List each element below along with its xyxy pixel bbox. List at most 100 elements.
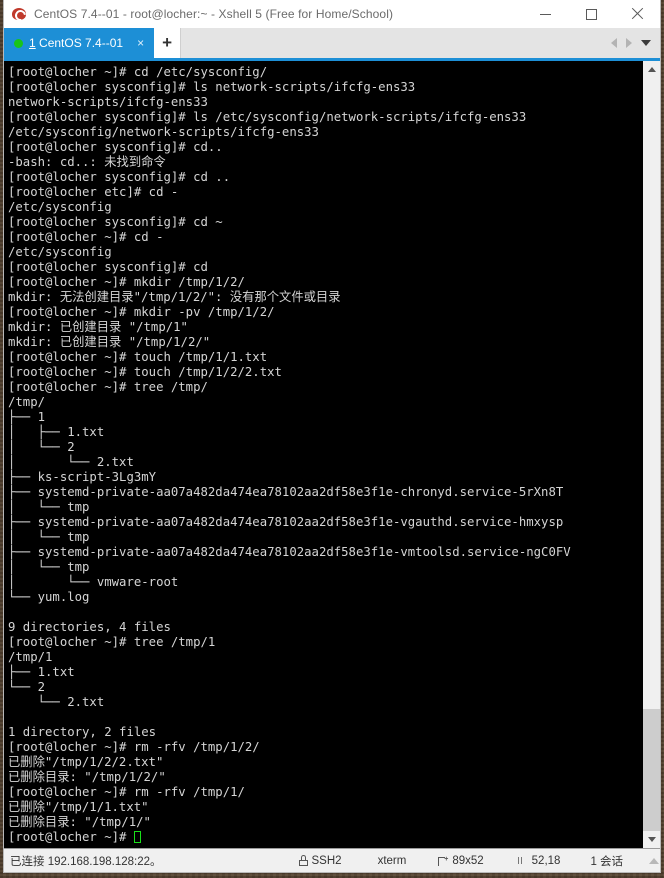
xshell-window: CentOS 7.4--01 - root@locher:~ - Xshell … bbox=[4, 0, 660, 872]
scrollbar-track[interactable] bbox=[643, 78, 660, 831]
status-cursor-position-label: 52,18 bbox=[531, 854, 561, 867]
status-dimensions-label: 89x52 bbox=[452, 854, 484, 867]
terminal-line: [root@locher ~]# bbox=[8, 830, 642, 845]
chevron-down-icon bbox=[647, 837, 656, 842]
terminal-line: [root@locher ~]# rm -rfv /tmp/1/ bbox=[8, 785, 245, 799]
terminal-line: mkdir: 已创建目录 "/tmp/1" bbox=[8, 320, 188, 334]
window-controls bbox=[522, 0, 660, 28]
terminal-line: [root@locher ~]# tree /tmp/ bbox=[8, 380, 208, 394]
terminal-line: [root@locher ~]# rm -rfv /tmp/1/2/ bbox=[8, 740, 260, 754]
terminal-area: [root@locher ~]# cd /etc/sysconfig/[root… bbox=[4, 61, 660, 848]
terminal-line: mkdir: 已创建目录 "/tmp/1/2/" bbox=[8, 335, 211, 349]
terminal-line: [root@locher sysconfig]# cd bbox=[8, 260, 208, 274]
terminal-line: ├── 1.txt bbox=[8, 665, 75, 679]
tab-bar: 1 CentOS 7.4--01 × + bbox=[4, 28, 660, 58]
tab-number: 1 bbox=[29, 36, 36, 50]
window-title: CentOS 7.4--01 - root@locher:~ - Xshell … bbox=[34, 7, 394, 21]
terminal-line: 9 directories, 4 files bbox=[8, 620, 171, 634]
status-cursor-position: 52,18 bbox=[517, 854, 561, 867]
terminal-line: -bash: cd..: 未找到命令 bbox=[8, 155, 166, 169]
terminal-line: ├── 1 bbox=[8, 410, 46, 424]
new-tab-button[interactable]: + bbox=[154, 28, 182, 58]
terminal-line: 已删除"/tmp/1/2/2.txt" bbox=[8, 755, 164, 769]
terminal-line: [root@locher ~]# mkdir /tmp/1/2/ bbox=[8, 275, 245, 289]
terminal-line: │ └── vmware-root bbox=[8, 575, 179, 589]
terminal-line: 已删除目录: "/tmp/1/" bbox=[8, 815, 151, 829]
chevron-up-icon bbox=[647, 67, 656, 72]
terminal-line: [root@locher sysconfig]# cd ~ bbox=[8, 215, 223, 229]
centos-logo-icon bbox=[11, 6, 29, 24]
connection-status-dot-icon bbox=[14, 38, 23, 48]
cursor-position-icon bbox=[517, 856, 528, 866]
terminal-line: [root@locher ~]# cd - bbox=[8, 230, 164, 244]
minimize-icon bbox=[539, 13, 551, 15]
terminal-line: │ └── 2.txt bbox=[8, 455, 134, 469]
terminal-line: [root@locher sysconfig]# ls network-scri… bbox=[8, 80, 416, 94]
terminal-line: └── yum.log bbox=[8, 590, 90, 604]
terminal-cursor bbox=[133, 831, 141, 843]
upload-arrow-icon bbox=[649, 857, 660, 864]
terminal-line: 已删除"/tmp/1/1.txt" bbox=[8, 800, 149, 814]
scrollbar-up-button[interactable] bbox=[643, 61, 660, 78]
terminal-line: /etc/sysconfig/network-scripts/ifcfg-ens… bbox=[8, 125, 319, 139]
tab-scroll-right-icon[interactable] bbox=[626, 38, 632, 48]
terminal-line: [root@locher etc]# cd - bbox=[8, 185, 179, 199]
terminal-line: │ └── tmp bbox=[8, 530, 90, 544]
terminal-line: └── 2.txt bbox=[8, 695, 105, 709]
maximize-button[interactable] bbox=[568, 0, 614, 28]
status-transfer-indicators bbox=[649, 857, 664, 864]
terminal-line: [root@locher sysconfig]# cd .. bbox=[8, 170, 231, 184]
terminal-line: [root@locher ~]# touch /tmp/1/2/2.txt bbox=[8, 365, 282, 379]
terminal-line: 1 directory, 2 files bbox=[8, 725, 157, 739]
tab-close-icon[interactable]: × bbox=[133, 37, 148, 49]
terminal-line: │ └── 2 bbox=[8, 440, 75, 454]
terminal-scrollbar[interactable] bbox=[642, 61, 660, 848]
terminal-line: 已删除目录: "/tmp/1/2/" bbox=[8, 770, 166, 784]
tab-label: 1 CentOS 7.4--01 bbox=[29, 36, 123, 50]
terminal-line: /etc/sysconfig bbox=[8, 200, 112, 214]
terminal-line: [root@locher sysconfig]# ls /etc/sysconf… bbox=[8, 110, 527, 124]
tab-name: CentOS 7.4--01 bbox=[39, 36, 124, 50]
status-sessions: 1 会话 bbox=[590, 855, 624, 868]
terminal-line: │ ├── 1.txt bbox=[8, 425, 105, 439]
terminal-line: ├── ks-script-3Lg3mY bbox=[8, 470, 157, 484]
terminal-line: /etc/sysconfig bbox=[8, 245, 112, 259]
terminal-line: ├── systemd-private-aa07a482da474ea78102… bbox=[8, 545, 571, 559]
status-connection: 已连接 192.168.198.128:22。 bbox=[10, 855, 162, 868]
tab-list-chevron-down-icon[interactable] bbox=[641, 40, 651, 46]
terminal-line: [root@locher ~]# cd /etc/sysconfig/ bbox=[8, 65, 268, 79]
terminal-line: [root@locher sysconfig]# cd.. bbox=[8, 140, 223, 154]
minimize-button[interactable] bbox=[522, 0, 568, 28]
terminal-line: │ └── tmp bbox=[8, 500, 90, 514]
terminal-line: /tmp/1 bbox=[8, 650, 53, 664]
terminal-line: /tmp/ bbox=[8, 395, 46, 409]
status-terminal-type: xterm bbox=[377, 854, 407, 867]
lock-icon bbox=[298, 855, 308, 866]
terminal-line: ├── systemd-private-aa07a482da474ea78102… bbox=[8, 515, 564, 529]
close-icon bbox=[631, 8, 643, 20]
terminal-line: [root@locher ~]# mkdir -pv /tmp/1/2/ bbox=[8, 305, 275, 319]
title-bar: CentOS 7.4--01 - root@locher:~ - Xshell … bbox=[4, 0, 660, 28]
tab-centos-7-4-01[interactable]: 1 CentOS 7.4--01 × bbox=[4, 28, 155, 58]
scrollbar-thumb[interactable] bbox=[643, 709, 660, 831]
terminal-line: network-scripts/ifcfg-ens33 bbox=[8, 95, 208, 109]
scrollbar-down-button[interactable] bbox=[643, 831, 660, 848]
terminal-line: [root@locher ~]# touch /tmp/1/1.txt bbox=[8, 350, 268, 364]
close-button[interactable] bbox=[614, 0, 660, 28]
status-protocol: SSH2 bbox=[298, 854, 342, 867]
maximize-icon bbox=[585, 8, 597, 20]
terminal-line: │ └── tmp bbox=[8, 560, 90, 574]
resize-icon: + bbox=[438, 856, 448, 866]
tab-scroll-left-icon[interactable] bbox=[611, 38, 617, 48]
status-dimensions: + 89x52 bbox=[438, 854, 484, 867]
status-protocol-label: SSH2 bbox=[311, 854, 342, 867]
terminal-line: [root@locher ~]# tree /tmp/1 bbox=[8, 635, 216, 649]
terminal-line: mkdir: 无法创建目录"/tmp/1/2/": 没有那个文件或目录 bbox=[8, 290, 341, 304]
terminal-output[interactable]: [root@locher ~]# cd /etc/sysconfig/[root… bbox=[4, 61, 642, 848]
status-bar: 已连接 192.168.198.128:22。 SSH2 xterm + 89x… bbox=[4, 848, 660, 872]
terminal-line: ├── systemd-private-aa07a482da474ea78102… bbox=[8, 485, 564, 499]
tab-nav-controls bbox=[611, 28, 660, 58]
terminal-line: └── 2 bbox=[8, 680, 46, 694]
